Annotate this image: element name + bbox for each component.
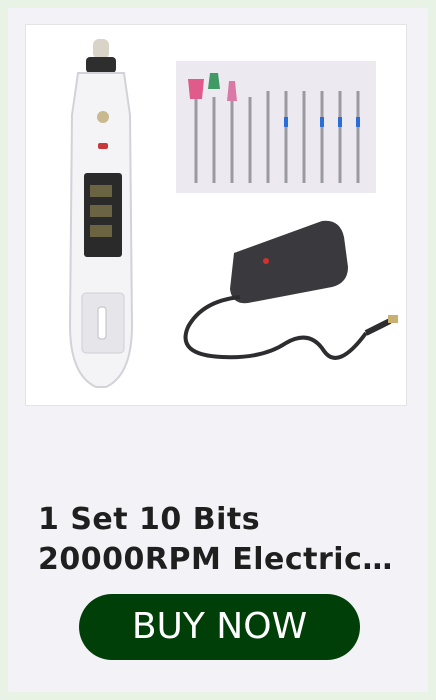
nail-drill-pen [68,39,134,388]
product-title-line-2: 20000RPM Electric… [38,542,393,577]
buy-now-button[interactable]: BUY NOW [79,594,360,660]
product-title-line-1: 1 Set 10 Bits [38,502,261,537]
power-adapter [183,220,398,360]
drill-bits-set [176,61,376,193]
product-photo [68,39,398,388]
product-title[interactable]: 1 Set 10 Bits 20000RPM Electric… [38,500,398,580]
product-card[interactable]: 1 Set 10 Bits 20000RPM Electric… BUY NOW [8,8,428,692]
product-image[interactable] [25,24,407,406]
